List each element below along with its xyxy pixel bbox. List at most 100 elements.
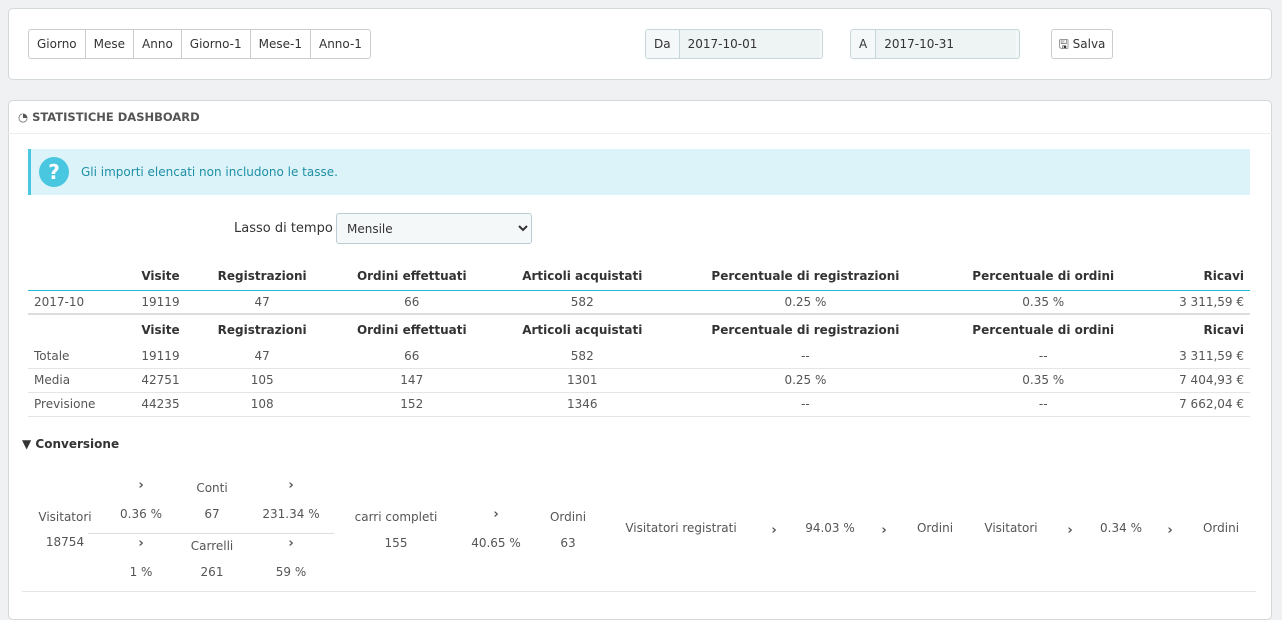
cell: 3 311,59 € [1146, 344, 1250, 369]
accounts-carts-rate: 231.34 % [262, 507, 320, 521]
month-button[interactable]: Mese [84, 29, 135, 59]
cell: 66 [330, 289, 494, 315]
orders-label: Ordini [549, 510, 587, 524]
cell: 47 [194, 344, 331, 369]
reg-rate: 94.03 % [805, 521, 855, 535]
chevron-right-icon: › [1067, 523, 1073, 538]
date-to-label: A [851, 30, 877, 58]
cell: 147 [330, 368, 494, 393]
cell: -- [939, 392, 1147, 417]
reg-orders-label: Ordini [916, 521, 954, 535]
panel-header: ◔ STATISTICHE DASHBOARD [18, 110, 200, 124]
chevron-right-icon: › [771, 523, 777, 538]
cell: 19119 [126, 344, 195, 369]
col-header: Registrazioni [217, 268, 307, 283]
stats-table: Visite Registrazioni Ordini effettuati Arti… [28, 262, 1250, 417]
carts-rate-visitors: 1 % [129, 565, 153, 579]
cell: -- [939, 344, 1147, 369]
day-button[interactable]: Giorno [28, 29, 86, 59]
cell: 0.25 % [671, 368, 940, 393]
cell: 0.35 % [939, 289, 1147, 315]
col-header: Ricavi [1203, 268, 1245, 283]
col-header: Registrazioni [217, 322, 307, 337]
col-header: Percentuale di ordini [972, 322, 1115, 337]
year-button[interactable]: Anno [133, 29, 182, 59]
cell: 0.35 % [939, 368, 1147, 393]
period-label: Lasso di tempo [234, 221, 333, 236]
save-label: Salva [1072, 37, 1106, 51]
cell: 2017-10 [28, 289, 127, 315]
cell: 44235 [126, 392, 195, 417]
accounts-label: Conti [196, 481, 228, 495]
cell: 47 [194, 289, 331, 315]
full-orders-rate: 40.65 % [471, 536, 521, 550]
alert-text: Gli importi elencati non includono le ta… [81, 165, 338, 179]
period-buttons: Giorno Mese Anno Giorno-1 Mese-1 Anno-1 [28, 29, 371, 59]
col-header: Ordini effettuati [356, 322, 467, 337]
cell: 152 [330, 392, 494, 417]
col-header: Ordini effettuati [356, 268, 467, 283]
conversion-title: Conversione [35, 437, 120, 451]
all-orders-label: Ordini [1202, 521, 1240, 535]
cell: 105 [194, 368, 331, 393]
orders-value: 63 [560, 536, 576, 550]
divider [22, 591, 1256, 592]
table-row: Media 42751 105 147 1301 0.25 % 0.35 % 7 404,93… [28, 368, 1250, 393]
carts-rate: 59 % [275, 565, 307, 579]
visitors-label: Visitatori [38, 510, 92, 524]
cell: 0.25 % [671, 289, 940, 315]
period-select[interactable]: Mensile [336, 213, 532, 244]
col-header: Percentuale di registrazioni [711, 268, 900, 283]
info-alert: ? Gli importi elencati non includono le … [28, 149, 1250, 195]
funnel-icon: ▼ [22, 437, 32, 451]
cell: 1301 [493, 368, 672, 393]
col-header [28, 262, 127, 290]
accounts-value: 67 [204, 507, 220, 521]
chevron-right-icon: › [288, 536, 294, 551]
table-header: Visite Registrazioni Ordini effettuati Arti… [28, 314, 1250, 344]
date-from-group: Da [645, 29, 823, 59]
full-carts-label: carri completi [354, 510, 438, 524]
divider [88, 533, 334, 534]
reg-visitors-label: Visitatori registrati [625, 521, 737, 535]
prev-month-button[interactable]: Mese-1 [249, 29, 311, 59]
table-row: Totale 19119 47 66 582 -- -- 3 311,59 € [28, 344, 1250, 369]
prev-year-button[interactable]: Anno-1 [309, 29, 371, 59]
cell: 66 [330, 344, 494, 369]
cell: -- [671, 392, 940, 417]
cell: 42751 [126, 368, 195, 393]
carts-label: Carrelli [190, 539, 234, 553]
cell: 7 404,93 € [1146, 368, 1250, 393]
col-header: Visite [141, 322, 180, 337]
floppy-icon: 🖫 [1058, 37, 1069, 51]
date-to-input[interactable] [876, 30, 1017, 58]
dashboard-icon: ◔ [18, 110, 29, 124]
col-header: Percentuale di ordini [972, 268, 1115, 283]
all-visitors-label: Visitatori [984, 521, 1038, 535]
conversion-heading: ▼ Conversione [22, 437, 119, 451]
col-header: Articoli acquistati [522, 322, 643, 337]
question-icon: ? [39, 157, 69, 187]
chevron-right-icon: › [138, 478, 144, 493]
date-from-label: Da [646, 30, 680, 58]
chevron-right-icon: › [138, 536, 144, 551]
table-row: Previsione 44235 108 152 1346 -- -- 7 662,04 € [28, 392, 1250, 417]
col-header: Articoli acquistati [522, 268, 643, 283]
date-from-input[interactable] [679, 30, 820, 58]
table-row: 2017-10 19119 47 66 582 0.25 % 0.35 % 3 311,59 … [28, 289, 1250, 315]
col-header: Ricavi [1203, 322, 1245, 337]
panel-title: STATISTICHE DASHBOARD [32, 110, 200, 124]
cell: -- [671, 344, 940, 369]
cell: 3 311,59 € [1146, 289, 1250, 315]
save-button[interactable]: 🖫 Salva [1051, 29, 1113, 59]
prev-day-button[interactable]: Giorno-1 [180, 29, 251, 59]
cell: 582 [493, 289, 672, 315]
cell: Previsione [28, 392, 127, 417]
cell: 582 [493, 344, 672, 369]
table-header: Visite Registrazioni Ordini effettuati Arti… [28, 262, 1250, 290]
cell: 108 [194, 392, 331, 417]
chevron-right-icon: › [1167, 523, 1173, 538]
full-carts-value: 155 [384, 536, 408, 550]
visitors-value: 18754 [45, 535, 85, 549]
cell: 1346 [493, 392, 672, 417]
